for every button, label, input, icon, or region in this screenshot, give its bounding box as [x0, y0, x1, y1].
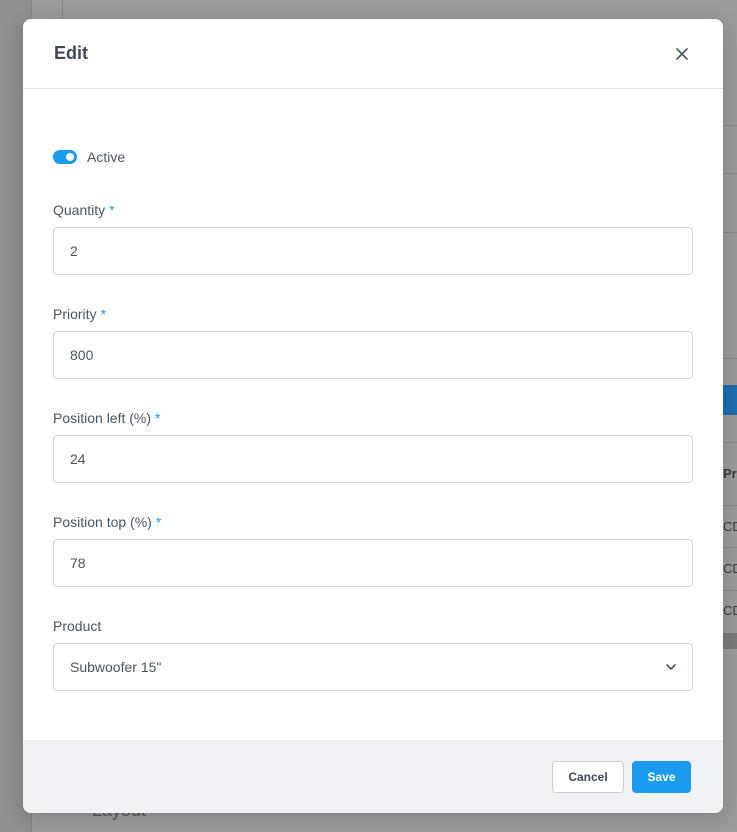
background-row-divider [723, 547, 737, 548]
background-table-cell: CD [723, 603, 737, 618]
background-row-divider [723, 442, 737, 443]
background-table-cell: CD [723, 561, 737, 576]
position-top-label-text: Position top (%) [53, 514, 152, 530]
active-toggle-row: Active [53, 149, 125, 165]
background-row-divider [723, 505, 737, 506]
quantity-input[interactable]: 2 [53, 227, 693, 275]
modal-body: Active Quantity * 2 Priority * 800 Posit… [23, 89, 723, 740]
required-marker: * [155, 410, 161, 426]
background-row-divider [723, 232, 737, 233]
position-top-label: Position top (%) * [53, 513, 693, 531]
position-left-field: Position left (%) * 24 [53, 409, 693, 483]
position-top-field: Position top (%) * 78 [53, 513, 693, 587]
product-select[interactable]: Subwoofer 15" [53, 643, 693, 691]
priority-label-text: Priority [53, 306, 97, 322]
required-marker: * [155, 514, 162, 530]
priority-input[interactable]: 800 [53, 331, 693, 379]
quantity-value: 2 [70, 243, 78, 259]
product-label: Product [53, 617, 693, 635]
required-marker: * [100, 306, 107, 322]
save-button[interactable]: Save [632, 761, 691, 793]
background-row-divider [723, 125, 737, 126]
quantity-label-text: Quantity [53, 202, 106, 218]
priority-label: Priority * [53, 305, 693, 323]
background-table-toolbar [723, 385, 737, 415]
background-table-cell: CD [723, 519, 737, 534]
background-row-divider [723, 173, 737, 174]
chevron-down-icon [666, 664, 676, 670]
modal-title: Edit [54, 43, 88, 63]
edit-modal: Edit Active Quantity * 2 Priority * 800 … [23, 19, 723, 813]
background-table-header: Pro [723, 466, 737, 481]
position-top-value: 78 [70, 555, 86, 571]
priority-value: 800 [70, 347, 94, 363]
close-button[interactable] [672, 44, 692, 64]
position-left-label-text: Position left (%) [53, 410, 152, 426]
toggle-knob [66, 153, 74, 161]
required-marker: * [109, 202, 115, 218]
position-left-label: Position left (%) * [53, 409, 693, 427]
position-left-value: 24 [70, 451, 86, 467]
cancel-button[interactable]: Cancel [552, 761, 624, 793]
quantity-field: Quantity * 2 [53, 201, 693, 275]
active-toggle-label: Active [87, 149, 126, 165]
product-field: Product Subwoofer 15" [53, 617, 693, 691]
background-row-divider [723, 358, 737, 359]
modal-header: Edit [23, 19, 723, 89]
product-value: Subwoofer 15" [70, 659, 162, 675]
modal-footer: Cancel Save [23, 740, 723, 813]
priority-field: Priority * 800 [53, 305, 693, 379]
active-toggle[interactable] [53, 150, 77, 164]
background-scrollbar [723, 633, 737, 649]
position-left-input[interactable]: 24 [53, 435, 693, 483]
quantity-label: Quantity * [53, 201, 693, 219]
background-divider [62, 0, 63, 20]
position-top-input[interactable]: 78 [53, 539, 693, 587]
background-row-divider [723, 590, 737, 591]
product-label-text: Product [53, 618, 102, 634]
close-icon [676, 47, 688, 60]
